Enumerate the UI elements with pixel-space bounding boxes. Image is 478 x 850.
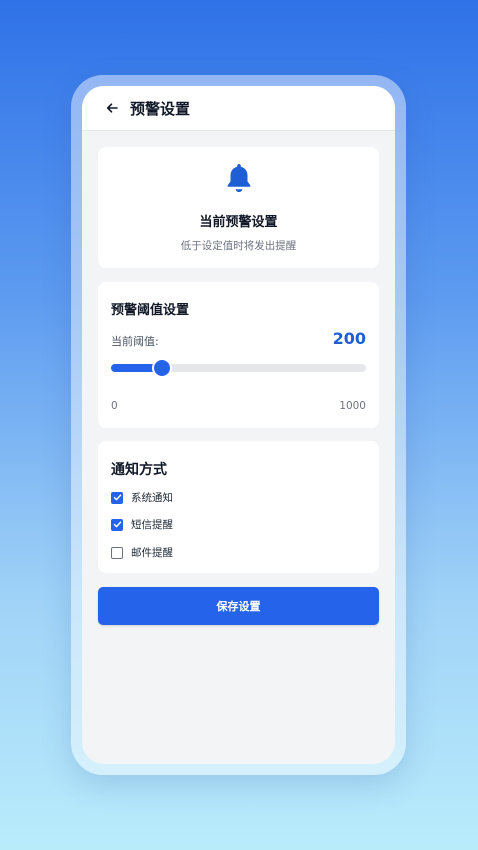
sms-notify-label: 短信提醒 <box>131 519 173 531</box>
email-notify-label: 邮件提醒 <box>131 547 173 559</box>
notify-card: 通知方式 系统通知 短信提醒 邮件提醒 <box>98 441 379 573</box>
notify-section-title: 通知方式 <box>111 462 167 478</box>
threshold-slider[interactable] <box>111 360 366 376</box>
current-alert-subtitle: 低于设定值时将发出提醒 <box>180 240 297 252</box>
back-arrow-icon[interactable] <box>104 100 120 116</box>
page-title: 预警设置 <box>130 99 191 118</box>
system-notify-checkbox[interactable] <box>111 491 123 504</box>
current-alert-title: 当前预警设置 <box>199 215 278 230</box>
threshold-section-title: 预警阈值设置 <box>111 303 190 318</box>
range-max-label: 1000 <box>339 400 366 412</box>
bell-icon <box>224 161 254 195</box>
range-min-label: 0 <box>111 400 118 412</box>
threshold-label: 当前阈值: <box>111 335 159 348</box>
option-sms-notify[interactable]: 短信提醒 <box>111 517 173 532</box>
email-notify-checkbox[interactable] <box>111 546 123 559</box>
system-notify-label: 系统通知 <box>131 492 173 504</box>
phone-frame: 预警设置 当前预警设置 低于设定值时将发出提醒 预警阈值设置 当前阈值: 200… <box>71 75 406 775</box>
option-system-notify[interactable]: 系统通知 <box>111 490 173 505</box>
app-screen: 预警设置 当前预警设置 低于设定值时将发出提醒 预警阈值设置 当前阈值: 200… <box>82 86 395 764</box>
threshold-card: 预警阈值设置 当前阈值: 200 0 1000 <box>98 282 379 428</box>
threshold-value: 200 <box>332 329 366 348</box>
current-alert-card: 当前预警设置 低于设定值时将发出提醒 <box>98 147 379 268</box>
option-email-notify[interactable]: 邮件提醒 <box>111 545 173 560</box>
sms-notify-checkbox[interactable] <box>111 518 123 531</box>
save-settings-button[interactable]: 保存设置 <box>98 587 379 625</box>
slider-thumb[interactable] <box>154 360 170 376</box>
app-header: 预警设置 <box>82 86 395 131</box>
